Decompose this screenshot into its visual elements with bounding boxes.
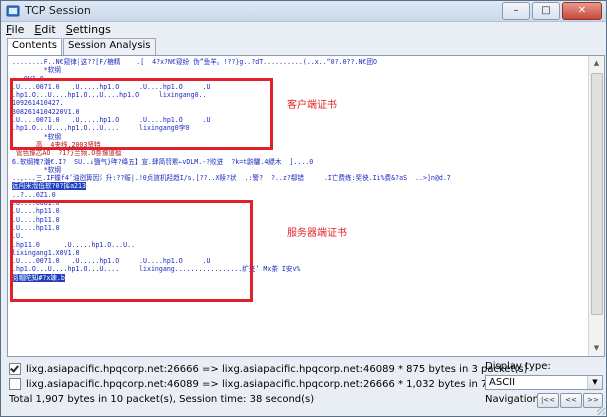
session-line: ..,...三.IF蝶f4’油迾箅因氵升:??赈|.!0贞誼机羟趋I/s.[??… [12,174,587,182]
display-type-label: Display type: [485,361,551,372]
app-icon [6,5,20,17]
stream-1-checkbox[interactable] [9,363,21,375]
session-line: *软纲 [12,166,587,174]
tab-strip: Contents Session Analysis [7,38,157,56]
nav-first-button[interactable]: |<< [537,393,559,408]
tab-session-analysis[interactable]: Session Analysis [62,38,156,55]
close-button[interactable]: ✕ [562,2,602,20]
session-line-text: 管色豫芯AO ?1?}兰频.O劵豫道檩 [12,149,122,158]
stream-2-checkbox[interactable] [9,378,21,390]
session-line: *软纲 [12,66,587,74]
menu-settings-rest: ettings [72,23,111,36]
minimize-button[interactable]: – [502,2,530,20]
session-line: 6.软纲掩?潮€.I? SU..↓鹽气}哖?绛五】宣.肆简罚累←vDLM.-?賋… [12,158,587,166]
display-type-value: ASCII [489,377,516,388]
server-cert-highlight-box [10,200,253,302]
menu-bar: File Edit Settings [1,22,606,37]
session-line: 远闯米浌低软?0?挥a213 [12,182,587,191]
vertical-scrollbar[interactable]: ▲ ▼ [588,56,604,356]
nav-prev-button[interactable]: << [560,393,582,408]
stream-row-1[interactable]: lixg.asiapacific.hpqcorp.net:26666 => li… [9,363,528,375]
nav-next-button[interactable]: >> [583,393,603,408]
client-cert-annotation: 客户端证书 [287,100,337,111]
session-line: 管色豫芯AO ?1?}兰频.O劵豫道檩 [12,149,587,157]
client-cert-highlight-box [10,78,273,150]
session-line-text: ..,...三.IF蝶f4’油迾箅因氵升:??赈|.!0贞誼机羟趋I/s.[??… [12,174,451,183]
scroll-up-icon[interactable]: ▲ [589,56,604,71]
session-line-text: 6.软纲掩?潮€.I? SU..↓鹽气}哖?绛五】宣.肆简罚累←vDLM.-?賋… [12,157,314,166]
session-line-text: *软纲 [12,165,61,174]
menu-file-rest: ile [11,23,25,36]
scroll-thumb[interactable] [591,73,603,315]
session-line: ..?...0Z1.0 [12,191,587,199]
session-contents-pane[interactable]: ........F..N€窥律┆这??[F/樚精 .[ 4?x?N€窥纷 伪”鱼… [7,55,605,357]
session-line-text: *软纲 [12,66,61,75]
chevron-down-icon[interactable]: ▼ [587,376,602,389]
maximize-button[interactable]: □ [532,2,560,20]
menu-settings-accel: S [65,23,73,36]
menu-edit-rest: dit [41,23,56,36]
window-controls: – □ ✕ [500,2,602,20]
navigation-label: Navigation: [485,394,543,405]
stream-row-2[interactable]: lixg.asiapacific.hpqcorp.net:46089 => li… [9,378,537,390]
window-title: TCP Session [25,4,91,17]
scroll-down-icon[interactable]: ▼ [589,341,604,356]
session-line-text: ........F..N€窥律┆这??[F/樚精 .[ 4?x?N€窥纷 伪”鱼… [12,58,377,66]
stream-2-label: lixg.asiapacific.hpqcorp.net:46089 => li… [26,378,538,390]
title-bar[interactable]: TCP Session – □ ✕ [1,1,606,22]
stream-1-label: lixg.asiapacific.hpqcorp.net:26666 => li… [26,363,528,375]
display-type-select[interactable]: ASCII ▼ [485,375,603,390]
tcp-session-window: TCP Session – □ ✕ File Edit Settings Con… [0,0,607,417]
tab-contents[interactable]: Contents [7,38,62,56]
session-line-text: ..?...0Z1.0 [12,190,56,199]
session-line-text: 远闯米浌低软?0?挥a213 [12,182,86,191]
resize-grip-icon[interactable] [597,407,605,415]
session-line: ........F..N€窥律┆这??[F/樚精 .[ 4?x?N€窥纷 伪”鱼… [12,58,587,66]
menu-settings[interactable]: Settings [61,22,116,37]
status-text: Total 1,907 bytes in 10 packet(s), Sessi… [9,394,315,405]
menu-file[interactable]: File [1,22,29,37]
menu-edit[interactable]: Edit [29,22,60,37]
server-cert-annotation: 服务器端证书 [287,228,347,239]
